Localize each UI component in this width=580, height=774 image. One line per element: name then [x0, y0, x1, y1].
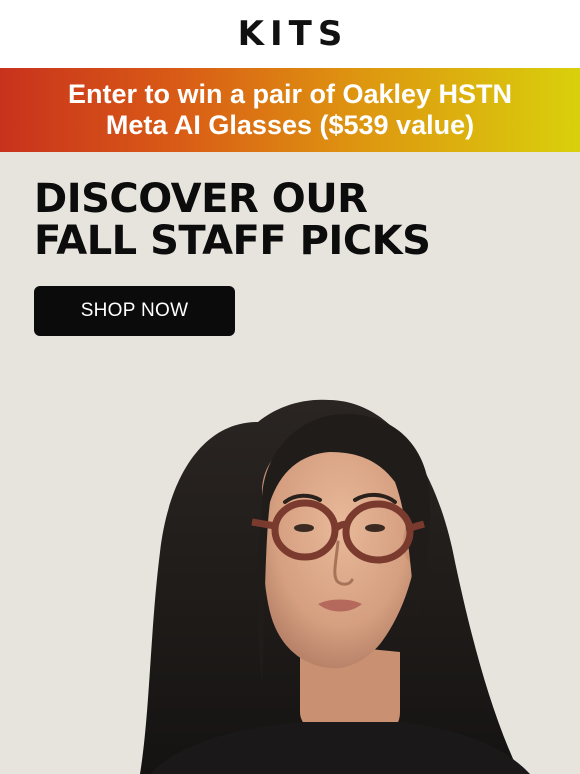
hero-headline-line-2: FALL STAFF PICKS	[34, 218, 431, 264]
email-header: KITS	[0, 0, 580, 68]
promo-banner-line-1: Enter to win a pair of Oakley HSTN	[67, 79, 513, 109]
hero-headline: DISCOVER OUR FALL STAFF PICKS	[34, 178, 554, 262]
hero-section: DISCOVER OUR FALL STAFF PICKS SHOP NOW	[0, 152, 580, 774]
shop-now-button[interactable]: SHOP NOW	[34, 286, 235, 336]
email-body: KITS Enter to win a pair of Oakley HSTN …	[0, 0, 580, 774]
eye-right	[365, 524, 385, 532]
hero-headline-line-1: DISCOVER OUR	[34, 176, 368, 222]
kits-logo[interactable]: KITS	[232, 17, 349, 51]
model-with-eyeglasses-image[interactable]	[0, 382, 580, 774]
promo-banner[interactable]: Enter to win a pair of Oakley HSTN Meta …	[0, 68, 580, 152]
eye-left	[294, 524, 314, 532]
promo-banner-text: Enter to win a pair of Oakley HSTN Meta …	[20, 79, 560, 141]
promo-banner-line-2: Meta AI Glasses ($539 value)	[105, 110, 475, 140]
